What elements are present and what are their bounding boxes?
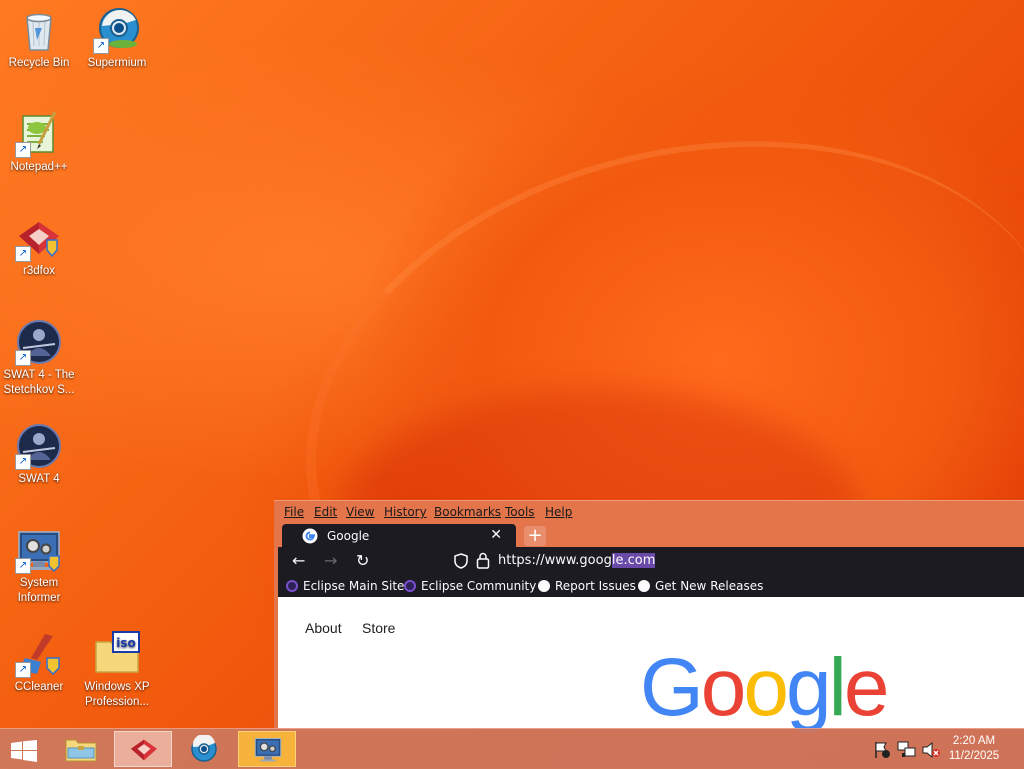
notepad-plus-plus-icon: ↗ [15, 110, 63, 158]
supermium-browser-icon [191, 735, 217, 762]
navigation-bar: ← → ↻ https://www.google.com [278, 547, 1024, 575]
google-logo: Google [640, 642, 889, 733]
taskbar-system-informer[interactable] [238, 731, 296, 767]
desktop-icon-swat4-expansion[interactable]: ↗ SWAT 4 - The Stetchkov S... [0, 318, 78, 398]
start-button[interactable] [0, 731, 48, 767]
shortcut-arrow-icon: ↗ [15, 142, 31, 158]
desktop-icon-label: Supermium [87, 57, 147, 69]
store-link[interactable]: Store [362, 620, 395, 636]
iso-file-icon: iso [93, 630, 141, 678]
desktop-icon-label: r3dfox [23, 265, 55, 277]
system-clock[interactable]: 2:20 AM 11/2/2025 [944, 734, 1004, 764]
shortcut-arrow-icon: ↗ [15, 662, 31, 678]
new-tab-button[interactable]: + [524, 526, 546, 546]
github-icon [538, 580, 550, 592]
menu-bookmarks[interactable]: Bookmarks [434, 505, 501, 519]
desktop-icon-swat4[interactable]: ↗ SWAT 4 [0, 422, 78, 487]
desktop-icon-label: Windows XP Profession... [84, 681, 150, 708]
about-link[interactable]: About [305, 620, 342, 636]
forward-arrow-icon[interactable]: → [324, 551, 337, 570]
google-favicon-icon [302, 528, 318, 544]
desktop-icon-label: System Informer [17, 577, 61, 604]
lock-icon[interactable] [476, 552, 490, 569]
action-center-flag-icon[interactable] [873, 741, 891, 759]
windows-start-icon [11, 740, 37, 762]
bookmark-eclipse-community[interactable]: Eclipse Community [404, 579, 536, 593]
taskbar-file-explorer[interactable] [52, 731, 110, 767]
shield-icon[interactable] [454, 553, 468, 569]
system-informer-icon: ↗ [15, 526, 63, 574]
tab-bar: Google ✕ + [278, 523, 1024, 548]
r3dfox-icon [131, 739, 157, 761]
menu-bar: File Edit View History Bookmarks Tools H… [274, 501, 1024, 523]
desktop-icon-recycle-bin[interactable]: Recycle Bin [0, 6, 78, 71]
taskbar: 2:20 AM 11/2/2025 [0, 728, 1024, 769]
url-field[interactable]: https://www.google.com [498, 553, 656, 568]
eclipse-icon [404, 580, 416, 592]
taskbar-supermium[interactable] [176, 731, 234, 767]
shortcut-arrow-icon: ↗ [15, 246, 31, 262]
url-selected-text: le.com [611, 553, 656, 568]
menu-view[interactable]: View [346, 505, 374, 519]
bookmark-get-new-releases[interactable]: Get New Releases [638, 579, 763, 593]
tab-close-icon[interactable]: ✕ [490, 527, 502, 543]
github-icon [638, 580, 650, 592]
r3dfox-icon: ↗ [15, 214, 63, 262]
desktop-icon-ccleaner[interactable]: ↗ CCleaner [0, 630, 78, 695]
shortcut-arrow-icon: ↗ [93, 38, 109, 54]
network-icon[interactable] [897, 741, 917, 759]
bookmark-eclipse-main-site[interactable]: Eclipse Main Site [286, 579, 404, 593]
bookmarks-toolbar: Eclipse Main Site Eclipse Community Repo… [278, 575, 1024, 597]
desktop-icon-r3dfox[interactable]: ↗ r3dfox [0, 214, 78, 279]
clock-date: 11/2/2025 [948, 750, 1000, 762]
volume-muted-icon[interactable] [921, 741, 941, 759]
taskbar-r3dfox[interactable] [114, 731, 172, 767]
shortcut-arrow-icon: ↗ [15, 350, 31, 366]
desktop-icon-windows-xp-iso[interactable]: iso Windows XP Profession... [78, 630, 156, 710]
tab-google[interactable]: Google ✕ [282, 524, 516, 548]
desktop-icon-label: CCleaner [14, 681, 64, 693]
bookmark-report-issues[interactable]: Report Issues [538, 579, 636, 593]
recycle-bin-icon [15, 6, 63, 54]
reload-icon[interactable]: ↻ [356, 551, 369, 570]
swat4-expansion-icon: ↗ [15, 318, 63, 366]
url-text: https://www.goog [498, 553, 612, 568]
menu-help[interactable]: Help [545, 505, 572, 519]
eclipse-icon [286, 580, 298, 592]
tab-title: Google [327, 529, 370, 543]
r3dfox-browser-window[interactable]: File Edit View History Bookmarks Tools H… [274, 500, 1024, 733]
shortcut-arrow-icon: ↗ [15, 454, 31, 470]
web-page-content: About Store Google [278, 597, 1024, 733]
back-arrow-icon[interactable]: ← [292, 551, 305, 570]
clock-time: 2:20 AM [952, 735, 996, 747]
desktop-icon-notepad-plus-plus[interactable]: ↗ Notepad++ [0, 110, 78, 175]
desktop-icon-label: Recycle Bin [8, 57, 70, 69]
file-explorer-icon [65, 739, 97, 762]
shortcut-arrow-icon: ↗ [15, 558, 31, 574]
swat4-icon: ↗ [15, 422, 63, 470]
desktop-icon-label: Notepad++ [10, 161, 68, 173]
system-informer-icon [254, 738, 282, 762]
menu-history[interactable]: History [384, 505, 427, 519]
ccleaner-icon: ↗ [15, 630, 63, 678]
desktop-icon-label: SWAT 4 [18, 473, 60, 485]
svg-text:iso: iso [116, 636, 136, 650]
desktop-icon-supermium[interactable]: ↗ Supermium [78, 6, 156, 71]
menu-tools[interactable]: Tools [505, 505, 535, 519]
desktop-icon-label: SWAT 4 - The Stetchkov S... [3, 369, 75, 396]
desktop-icon-system-informer[interactable]: ↗ System Informer [0, 526, 78, 606]
menu-edit[interactable]: Edit [314, 505, 337, 519]
supermium-browser-icon: ↗ [93, 6, 141, 54]
menu-file[interactable]: File [284, 505, 304, 519]
